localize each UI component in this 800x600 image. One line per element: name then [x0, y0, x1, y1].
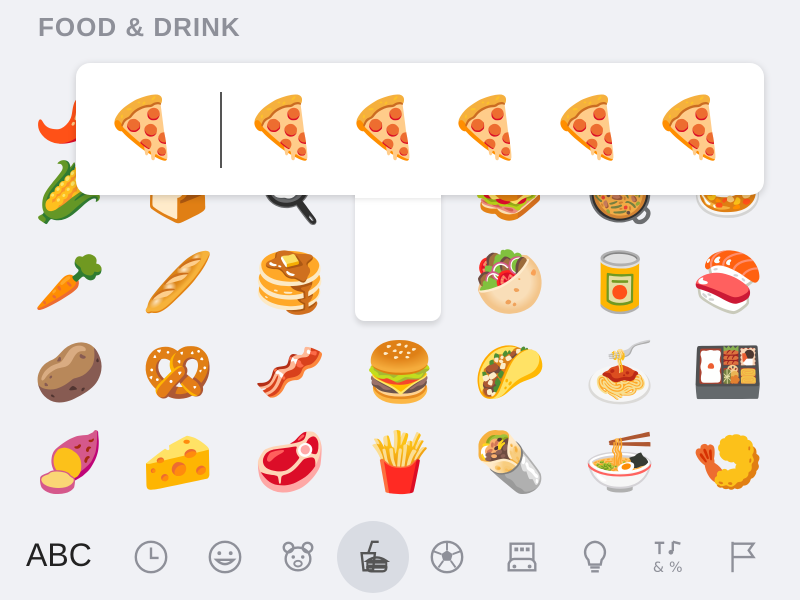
- emoji-key[interactable]: 🥨: [138, 332, 218, 412]
- smileys-icon[interactable]: [200, 532, 250, 582]
- animals-icon[interactable]: [273, 532, 323, 582]
- travel-places-icon[interactable]: [497, 532, 547, 582]
- emoji-key[interactable]: 🥙: [470, 242, 550, 322]
- emoji-key[interactable]: 🍠: [30, 422, 110, 502]
- emoji-key[interactable]: 🌯: [470, 422, 550, 502]
- emoji-key[interactable]: 🥓: [250, 332, 330, 412]
- pizza-variant-1[interactable]: 🍕: [242, 88, 322, 168]
- symbols-icon[interactable]: &%: [644, 532, 694, 582]
- pizza-variant-3[interactable]: 🍕: [446, 88, 526, 168]
- emoji-key[interactable]: 🥩: [250, 422, 330, 502]
- emoji-key[interactable]: 🍟: [360, 422, 440, 502]
- emoji-key[interactable]: 🍔: [360, 332, 440, 412]
- pizza-variant-popup: 🍕 🍕 🍕 🍕 🍕 🍕: [0, 0, 800, 600]
- emoji-key[interactable]: 🍝: [580, 332, 660, 412]
- pizza-variant-4[interactable]: 🍕: [548, 88, 628, 168]
- emoji-key[interactable]: 🍣: [688, 242, 768, 322]
- pizza-variant-2[interactable]: 🍕: [344, 88, 424, 168]
- emoji-key[interactable]: 🥔: [30, 332, 110, 412]
- emoji-key[interactable]: 🌮: [470, 332, 550, 412]
- emoji-key[interactable]: 🍱: [688, 332, 768, 412]
- objects-lightbulb-icon[interactable]: [570, 532, 620, 582]
- popup-stem: [355, 180, 441, 321]
- flags-icon[interactable]: [718, 532, 768, 582]
- svg-text:&: &: [653, 560, 664, 576]
- svg-text:%: %: [669, 560, 683, 576]
- pizza-variant-5[interactable]: 🍕: [650, 88, 730, 168]
- emoji-key[interactable]: 🥖: [138, 242, 218, 322]
- emoji-key[interactable]: 🍤: [688, 422, 768, 502]
- food-drink-icon[interactable]: [348, 532, 398, 582]
- emoji-key[interactable]: 🥞: [250, 242, 330, 322]
- emoji-key[interactable]: 🍜: [580, 422, 660, 502]
- recent-clock-icon[interactable]: [126, 532, 176, 582]
- emoji-key[interactable]: 🥕: [30, 242, 110, 322]
- emoji-key[interactable]: 🧀: [138, 422, 218, 502]
- activity-soccer-icon[interactable]: [422, 532, 472, 582]
- section-title: FOOD & DRINK: [38, 12, 241, 42]
- emoji-key[interactable]: 🥫: [580, 242, 660, 322]
- pizza-variant-default[interactable]: 🍕: [102, 88, 182, 168]
- abc-keyboard-button[interactable]: ABC: [26, 537, 92, 574]
